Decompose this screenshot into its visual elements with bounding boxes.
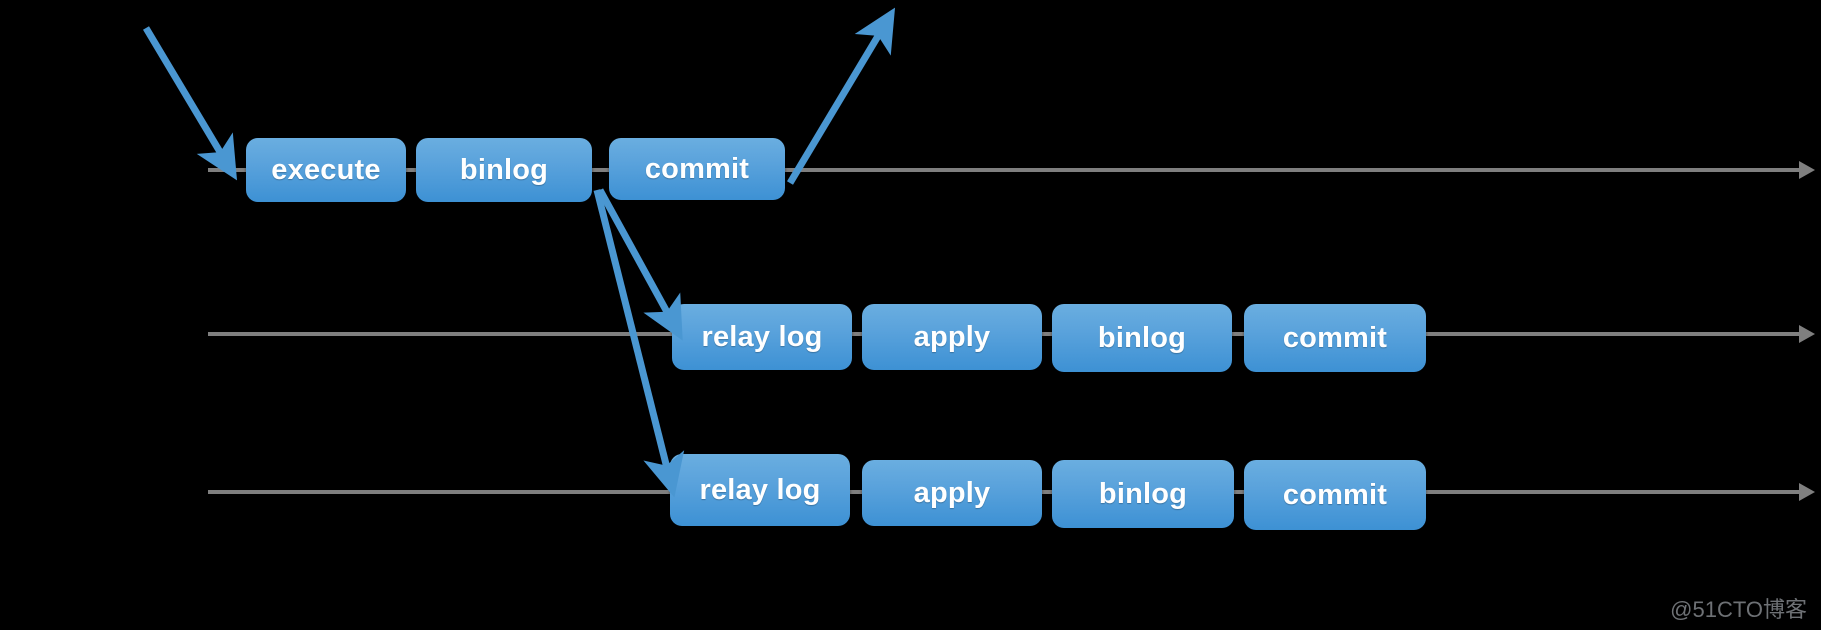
stage-box-replica-2-apply[interactable]: apply [862,460,1042,526]
stage-box-replica-2-commit[interactable]: commit [1244,460,1426,530]
diagram-canvas: execute binlog commit relay log apply binlog c… [0,0,1821,630]
binlog-to-replica-2-arrow [593,189,685,498]
stage-box-replica-1-binlog[interactable]: binlog [1052,304,1232,372]
stage-box-replica-1-relay-log[interactable]: relay log [672,304,852,370]
stage-box-label: commit [1282,478,1388,511]
response-return-arrow [786,7,896,185]
stage-box-replica-2-relay-log[interactable]: relay log [670,454,850,526]
stage-box-label: binlog [459,153,549,186]
stage-box-label: relay log [701,320,823,353]
stage-box-label: commit [644,152,750,185]
stage-box-label: binlog [1098,477,1188,510]
watermark-label: @51CTO博客 [1670,597,1807,622]
stage-box-label: relay log [699,473,821,506]
stage-box-label: commit [1282,321,1388,354]
stage-box-label: binlog [1097,321,1187,354]
stage-box-label: execute [271,153,381,186]
incoming-request-arrow [142,26,238,181]
timeline-arrowhead-master [1799,161,1815,179]
binlog-to-replica-1-arrow [596,188,683,341]
stage-box-replica-1-commit[interactable]: commit [1244,304,1426,372]
stage-box-master-commit[interactable]: commit [609,138,785,200]
timeline-arrowhead-replica-1 [1799,325,1815,343]
stage-box-label: apply [913,320,991,353]
stage-box-label: apply [913,476,991,509]
stage-box-replica-2-binlog[interactable]: binlog [1052,460,1234,528]
stage-box-master-execute[interactable]: execute [246,138,406,202]
stage-box-replica-1-apply[interactable]: apply [862,304,1042,370]
stage-box-master-binlog[interactable]: binlog [416,138,592,202]
timeline-arrowhead-replica-2 [1799,483,1815,501]
